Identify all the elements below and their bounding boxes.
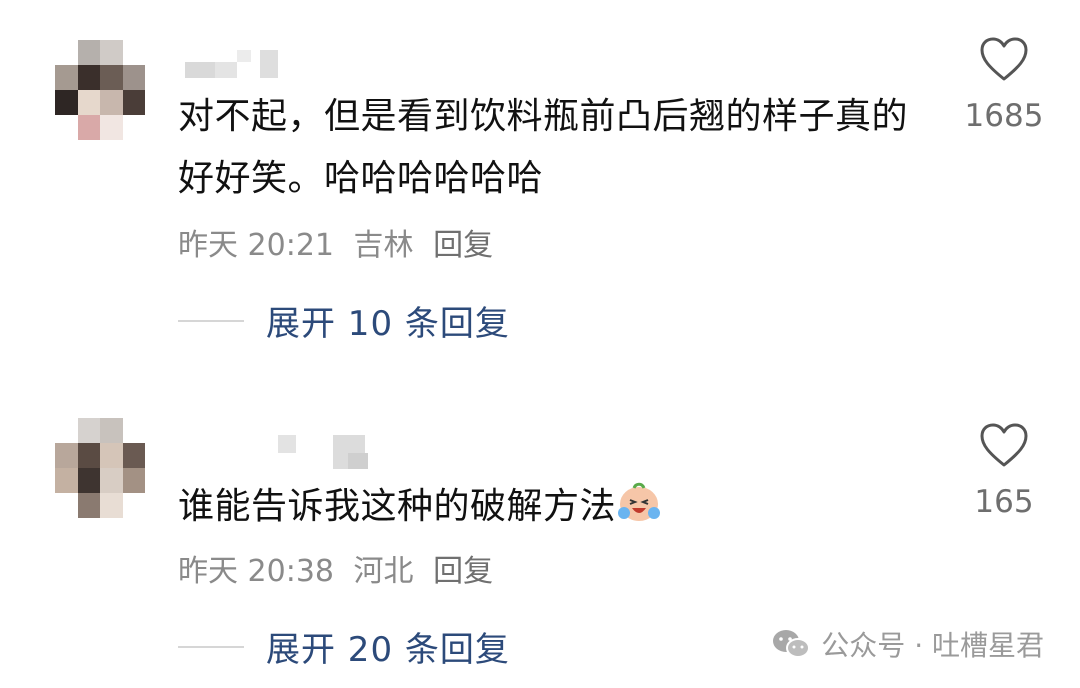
username-blurred[interactable]	[278, 435, 373, 469]
reply-button[interactable]: 回复	[433, 228, 493, 263]
like-block: 1685	[964, 36, 1044, 134]
comment-text: 谁能告诉我这种的破解方法	[178, 476, 938, 538]
heart-icon[interactable]	[979, 422, 1029, 468]
expand-replies-label: 展开 20 条回复	[266, 630, 510, 670]
avatar[interactable]	[55, 418, 145, 518]
avatar[interactable]	[55, 40, 145, 140]
comment-meta: 昨天 20:38 河北 回复	[178, 546, 503, 590]
expand-replies-label: 展开 10 条回复	[266, 304, 510, 344]
comment-location: 河北	[353, 554, 414, 589]
divider-line	[178, 645, 244, 648]
like-block: 165	[964, 422, 1044, 520]
comment-time: 昨天 20:21	[178, 228, 334, 263]
comment-text: 对不起，但是看到饮料瓶前凸后翘的样子真的好好笑。哈哈哈哈哈哈	[178, 96, 909, 199]
expand-replies-button[interactable]: 展开 20 条回复	[178, 622, 510, 671]
comment-meta: 昨天 20:21 吉林 回复	[178, 220, 503, 264]
expand-replies-button[interactable]: 展开 10 条回复	[178, 296, 510, 345]
like-count: 165	[974, 484, 1034, 520]
watermark-text: 公众号 · 吐槽星君	[821, 629, 1044, 662]
divider-line	[178, 319, 244, 322]
comment-item: 对不起，但是看到饮料瓶前凸后翘的样子真的好好笑。哈哈哈哈哈哈 昨天 20:21 …	[0, 0, 1080, 370]
watermark: 公众号 · 吐槽星君	[771, 624, 1044, 664]
reply-button[interactable]: 回复	[433, 554, 493, 589]
comment-text-content: 谁能告诉我这种的破解方法	[178, 486, 617, 527]
comment-location: 吉林	[353, 228, 414, 263]
heart-icon[interactable]	[979, 36, 1029, 82]
username-blurred[interactable]	[185, 50, 280, 80]
like-count: 1685	[964, 98, 1044, 134]
wechat-icon	[773, 630, 811, 658]
crying-laughing-emoji	[618, 482, 661, 521]
comment-time: 昨天 20:38	[178, 554, 334, 589]
